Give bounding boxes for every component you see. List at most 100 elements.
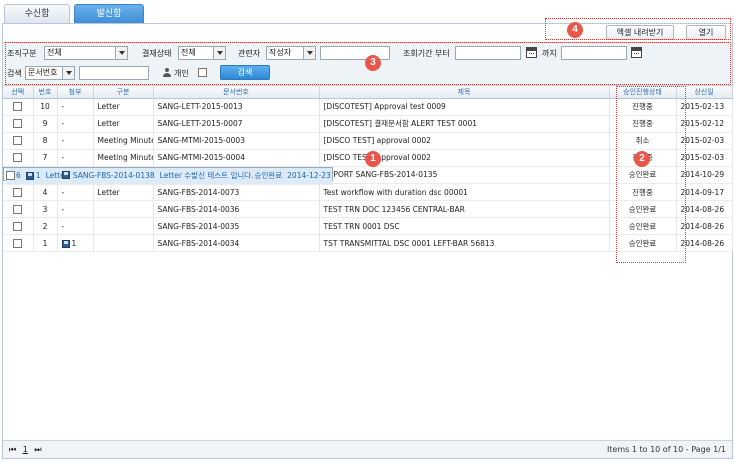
attachment-icon[interactable] xyxy=(61,171,70,180)
row-number: 3 xyxy=(33,200,58,218)
row-attach-text: 1 xyxy=(35,170,41,180)
row-doc-number[interactable]: SANG-FBS-2014-0073 xyxy=(153,183,320,201)
tab-inbox[interactable]: 수신함 xyxy=(4,4,70,23)
attachment-icon[interactable] xyxy=(25,171,34,180)
row-number-text: 1 xyxy=(42,238,48,248)
row-type: Letter xyxy=(93,115,154,133)
row-status-text: 승인완료 xyxy=(254,170,283,180)
row-type xyxy=(93,234,154,252)
first-page-icon[interactable]: ⏮ xyxy=(9,445,16,454)
row-type: Meeting Minutes xyxy=(93,132,154,150)
row-attach: 1 xyxy=(21,167,42,185)
row-title[interactable]: REPORT SANG-FBS-2014-0135 xyxy=(319,166,610,184)
pager-bar: ⏮ 1 ⏭ Items 1 to 10 of 10 - Page 1/1 xyxy=(3,440,732,458)
col-doc-number[interactable]: 문서번호 xyxy=(153,86,320,99)
row-type-text: Letter xyxy=(97,119,120,128)
row-number: 9 xyxy=(33,115,58,133)
row-type: Meeting Minutes xyxy=(93,149,154,167)
col-select[interactable]: 선택 xyxy=(3,86,34,99)
row-doc-number[interactable]: SANG-MTMI-2015-0004 xyxy=(153,149,320,167)
row-attach: - xyxy=(57,200,94,218)
annotation-badge-4: 4 xyxy=(567,22,583,38)
row-title[interactable]: Test workflow with duration dsc 00001 xyxy=(319,183,610,201)
row-title-text: Test workflow with duration dsc 00001 xyxy=(323,187,468,197)
row-number: 4 xyxy=(33,183,58,201)
row-attach: - xyxy=(57,132,94,150)
row-checkbox[interactable] xyxy=(13,238,23,248)
row-attach-text: - xyxy=(61,119,65,128)
row-number: 8 xyxy=(33,132,58,150)
row-checkbox[interactable] xyxy=(13,102,23,112)
page-info: Items 1 to 10 of 10 - Page 1/1 xyxy=(606,445,726,454)
row-doc-number[interactable]: SANG-LETT-2015-0013 xyxy=(153,98,320,116)
row-title-text: TST TRANSMITTAL DSC 0001 LEFT-BAR 56813 xyxy=(323,238,495,248)
row-select-cell xyxy=(3,183,34,201)
row-doc-number[interactable]: SANG-LETT-2015-0007 xyxy=(153,115,320,133)
attachment-icon[interactable] xyxy=(61,239,70,248)
row-doc-number-text: SANG-FBS-2014-0036 xyxy=(157,204,240,214)
col-attach[interactable]: 첨부 xyxy=(57,86,94,99)
annotation-box-status xyxy=(616,86,686,263)
row-status: 승인완료 xyxy=(254,167,284,185)
row-doc-number[interactable]: SANG-FBS-2014-0035 xyxy=(153,217,320,235)
row-doc-number-text: SANG-LETT-2015-0013 xyxy=(157,102,243,111)
row-doc-number-text: SANG-FBS-2014-0034 xyxy=(157,238,240,248)
row-select-cell xyxy=(3,200,34,218)
row-title[interactable]: TEST TRN DOC 123456 CENTRAL-BAR xyxy=(319,200,610,218)
row-number: 7 xyxy=(33,149,58,167)
row-type-text: Meeting Minutes xyxy=(97,136,153,145)
row-title[interactable]: Letter 수발신 테스트 입니다. xyxy=(155,167,255,185)
row-attach-text: - xyxy=(61,187,65,197)
row-type-text: Letter xyxy=(97,102,120,111)
col-number[interactable]: 번호 xyxy=(33,86,58,99)
row-attach: - xyxy=(57,115,94,133)
table-row[interactable]: 6 1 Letter SANG-FBS-2014-0138 Letter 수발신 테스트… xyxy=(3,166,333,185)
row-title-text: Letter 수발신 테스트 입니다. xyxy=(159,170,254,180)
row-title[interactable]: [DISCOTEST] Approval test 0009 xyxy=(319,98,610,116)
row-attach-text: - xyxy=(61,153,65,162)
row-date-text: 2014-08-26 xyxy=(680,204,725,214)
row-doc-number[interactable]: SANG-MTMI-2015-0003 xyxy=(153,132,320,150)
row-title-text: [DISCOTEST] Approval test 0009 xyxy=(323,102,446,111)
row-doc-number[interactable]: SANG-FBS-2014-0138 xyxy=(68,167,156,185)
row-checkbox[interactable] xyxy=(13,187,23,197)
row-checkbox[interactable] xyxy=(13,204,23,214)
row-date-text: 2014-12-23 xyxy=(287,170,331,180)
row-title-text: TEST TRN DOC 123456 CENTRAL-BAR xyxy=(323,204,465,214)
row-doc-number[interactable]: SANG-FBS-2014-0036 xyxy=(153,200,320,218)
row-select-cell xyxy=(6,167,16,185)
row-attach: - xyxy=(57,217,94,235)
tab-bar: 수신함 발신함 xyxy=(4,4,148,23)
row-title[interactable]: TST TRANSMITTAL DSC 0001 LEFT-BAR 56813 xyxy=(319,234,610,252)
row-select-cell xyxy=(3,234,34,252)
row-checkbox[interactable] xyxy=(13,221,23,231)
row-select-cell xyxy=(3,115,34,133)
row-type: Letter xyxy=(93,98,154,116)
row-doc-number-text: SANG-FBS-2014-0073 xyxy=(157,187,240,197)
row-title-text: [DISCO TEST] approval 0002 xyxy=(323,136,431,145)
row-number: 1 xyxy=(33,234,58,252)
row-checkbox[interactable] xyxy=(13,153,23,163)
row-attach: - xyxy=(57,183,94,201)
row-title[interactable]: [DISCOTEST] 결재문서함 ALERT TEST 0001 xyxy=(319,115,610,133)
row-title[interactable]: TEST TRN 0001 DSC xyxy=(319,217,610,235)
row-doc-number[interactable]: SANG-FBS-2014-0034 xyxy=(153,234,320,252)
last-page-icon[interactable]: ⏭ xyxy=(34,445,41,454)
col-title[interactable]: 제목 xyxy=(319,86,610,99)
row-checkbox[interactable] xyxy=(13,136,23,146)
row-select-cell xyxy=(3,149,34,167)
row-title[interactable]: [DISCO TEST] approval 0002 xyxy=(319,149,610,167)
row-date-text: 2015-02-03 xyxy=(680,153,725,162)
row-checkbox[interactable] xyxy=(13,119,23,129)
col-type[interactable]: 구분 xyxy=(93,86,154,99)
row-number-text: 7 xyxy=(42,153,48,162)
row-title-text: TEST TRN 0001 DSC xyxy=(323,221,400,231)
row-title[interactable]: [DISCO TEST] approval 0002 xyxy=(319,132,610,150)
row-attach: - xyxy=(57,98,94,116)
row-date-text: 2014-09-17 xyxy=(680,187,725,197)
tab-outbox[interactable]: 발신함 xyxy=(74,4,144,23)
row-type: Letter xyxy=(93,183,154,201)
page-link[interactable]: 1 xyxy=(23,445,28,454)
row-number-text: 9 xyxy=(42,119,48,128)
row-checkbox[interactable] xyxy=(6,171,15,181)
